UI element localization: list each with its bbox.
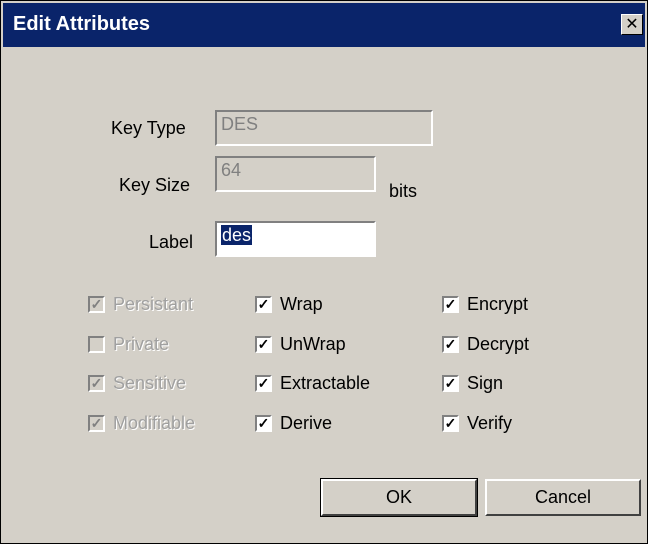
sign-checkbox[interactable]: ✓ Sign [442, 373, 503, 394]
key-size-label: Key Size [119, 175, 191, 195]
encrypt-checkbox[interactable]: ✓ Encrypt [442, 294, 528, 315]
ok-button-label: OK [385, 487, 412, 507]
checkbox-checked-icon: ✓ [255, 336, 272, 353]
extractable-checkbox[interactable]: ✓ Extractable [255, 373, 370, 394]
decrypt-checkbox[interactable]: ✓ Decrypt [442, 334, 529, 355]
key-type-label: Key Type [111, 118, 186, 138]
key-size-field: 64 [215, 156, 376, 192]
label-value-selected: des [221, 225, 253, 245]
private-checkbox: Private [88, 334, 169, 355]
dialog-title: Edit Attributes [13, 13, 151, 35]
unwrap-checkbox[interactable]: ✓ UnWrap [255, 334, 346, 355]
sensitive-checkbox: ✓ Sensitive [88, 373, 186, 394]
wrap-checkbox[interactable]: ✓ Wrap [255, 294, 323, 315]
checkbox-checked-icon: ✓ [88, 296, 105, 313]
checkbox-checked-icon: ✓ [442, 415, 459, 432]
key-type-value: DES [221, 114, 259, 134]
checkbox-checked-icon: ✓ [255, 296, 272, 313]
checkbox-checked-icon: ✓ [442, 336, 459, 353]
cancel-button[interactable]: Cancel [485, 479, 641, 516]
checkbox-checked-icon: ✓ [88, 375, 105, 392]
close-button[interactable]: ✕ [621, 14, 643, 35]
modifiable-checkbox: ✓ Modifiable [88, 413, 195, 434]
bits-label: bits [389, 181, 418, 201]
persistant-checkbox: ✓ Persistant [88, 294, 193, 315]
key-size-value: 64 [221, 160, 242, 180]
derive-checkbox[interactable]: ✓ Derive [255, 413, 332, 434]
title-bar[interactable]: Edit Attributes ✕ [3, 3, 645, 47]
ok-button[interactable]: OK [320, 478, 478, 517]
checkbox-unchecked-icon [88, 336, 105, 353]
checkbox-checked-icon: ✓ [88, 415, 105, 432]
checkbox-checked-icon: ✓ [255, 375, 272, 392]
label-input[interactable]: des [215, 221, 376, 257]
cancel-button-label: Cancel [534, 487, 592, 507]
checkbox-checked-icon: ✓ [442, 296, 459, 313]
verify-checkbox[interactable]: ✓ Verify [442, 413, 512, 434]
label-label: Label [149, 232, 194, 252]
key-type-field: DES [215, 110, 433, 146]
checkbox-checked-icon: ✓ [255, 415, 272, 432]
close-icon: ✕ [625, 15, 639, 33]
edit-attributes-dialog: Edit Attributes ✕ Key Type DES Key Size … [0, 0, 648, 544]
checkbox-checked-icon: ✓ [442, 375, 459, 392]
